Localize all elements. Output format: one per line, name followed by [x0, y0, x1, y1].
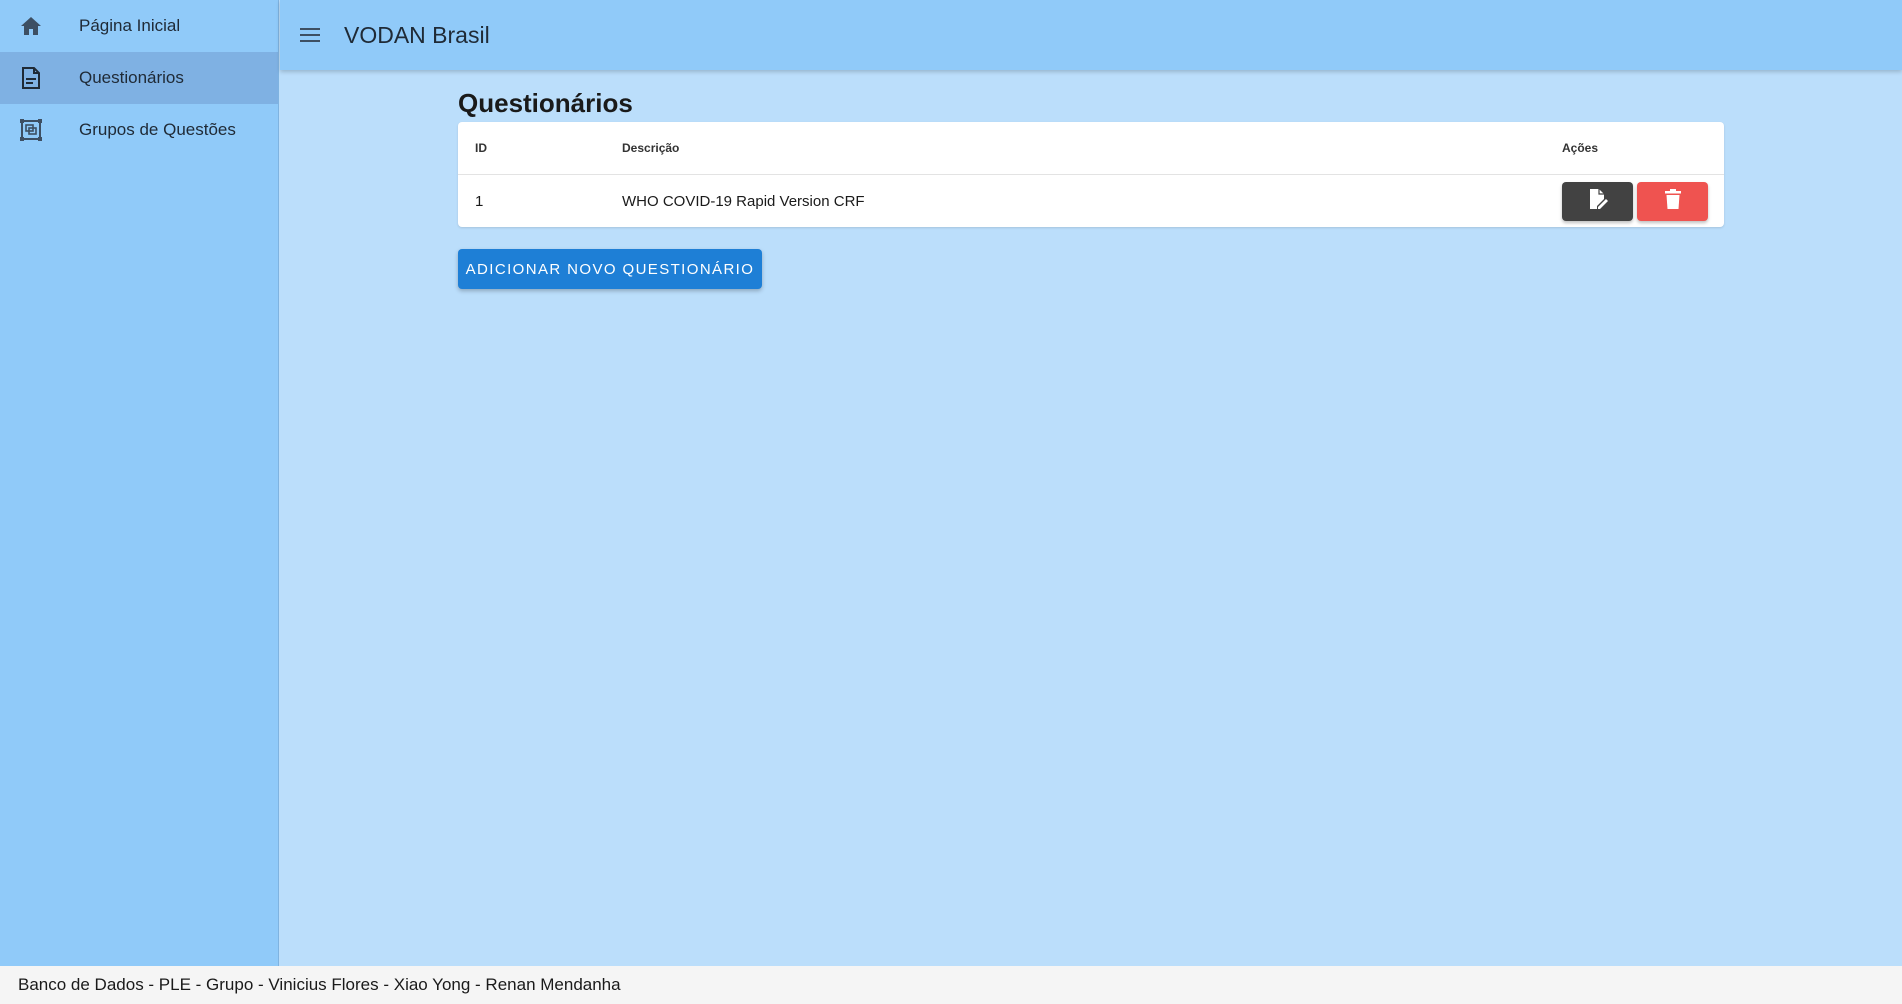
column-header-id: ID — [475, 141, 487, 155]
sidebar-item-label: Página Inicial — [79, 16, 181, 35]
sidebar-item-label: Questionários — [79, 68, 184, 87]
page-title: Questionários — [458, 88, 633, 118]
edit-button[interactable] — [1562, 181, 1633, 221]
sidebar-item-questionarios[interactable]: Questionários — [0, 52, 278, 104]
add-questionnaire-button[interactable]: ADICIONAR NOVO QUESTIONÁRIO — [458, 249, 762, 289]
row-description: WHO COVID-19 Rapid Version CRF — [622, 192, 865, 210]
hamburger-menu-icon[interactable] — [294, 19, 326, 51]
column-header-actions: Ações — [1562, 141, 1599, 155]
column-header-description: Descrição — [622, 141, 680, 155]
sidebar-item-home[interactable]: Página Inicial — [0, 0, 278, 52]
main-content: Questionários ID Descrição Ações 1 WHO C… — [458, 86, 1724, 289]
edit-document-icon — [1588, 188, 1608, 214]
sidebar: Página Inicial Questionários Grupos de Q… — [0, 0, 279, 966]
trash-icon — [1664, 189, 1681, 213]
table-row: 1 WHO COVID-19 Rapid Version CRF — [458, 175, 1724, 227]
delete-button[interactable] — [1637, 181, 1708, 221]
sidebar-item-grupos[interactable]: Grupos de Questões — [0, 104, 278, 156]
table-header: ID Descrição Ações — [458, 122, 1724, 175]
app-bar: VODAN Brasil — [280, 0, 1902, 70]
row-id: 1 — [475, 192, 484, 210]
row-actions — [1562, 181, 1724, 221]
app-title: VODAN Brasil — [344, 21, 490, 48]
group-icon — [19, 118, 43, 142]
footer: Banco de Dados - PLE - Grupo - Vinicius … — [0, 966, 1902, 1004]
document-icon — [19, 66, 43, 90]
sidebar-item-label: Grupos de Questões — [79, 120, 236, 139]
questionnaires-table: ID Descrição Ações 1 WHO COVID-19 Rapid … — [458, 122, 1724, 227]
home-icon — [19, 14, 43, 38]
footer-text: Banco de Dados - PLE - Grupo - Vinicius … — [18, 975, 621, 994]
